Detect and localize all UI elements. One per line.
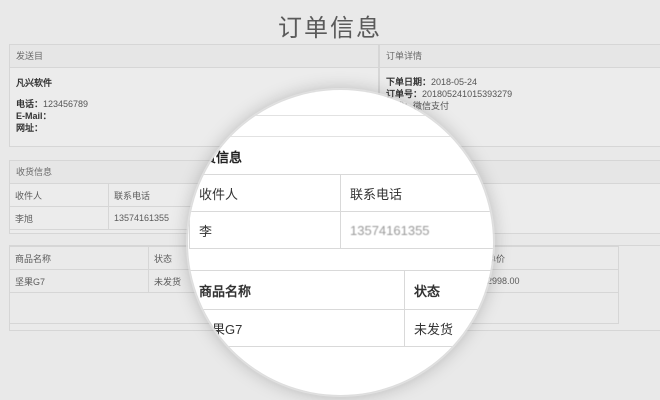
table-row: 坚果G7 未发货 bbox=[189, 309, 493, 347]
sender-company: 凡兴软件 bbox=[16, 78, 53, 88]
lens-receiver-title: 收货信息 bbox=[190, 150, 243, 165]
page-title: 订单信息 bbox=[278, 15, 382, 42]
lens-col-product: 商品名称 bbox=[189, 270, 405, 310]
receiver-col-name: 收件人 bbox=[9, 183, 109, 207]
order-payment-row: 方式：微信支付 bbox=[386, 101, 450, 111]
order-date-row: 下单日期：2018-05-24 bbox=[386, 77, 478, 87]
products-col-price: 单价 bbox=[481, 246, 619, 270]
lens-receiver-phone: 13574161355 bbox=[340, 211, 493, 249]
lens-products-table: 商品名称 状态 坚果G7 未发货 bbox=[189, 270, 493, 347]
lens-product-name: 坚果G7 bbox=[189, 309, 405, 347]
lens-product-status: 未发货 bbox=[404, 309, 493, 347]
order-number-row: 订单号：2018052410153932​79 bbox=[386, 89, 513, 99]
lens-col-receiver: 收件人 bbox=[189, 174, 341, 212]
receiver-name: 李旭 bbox=[9, 206, 109, 230]
table-row: 李 13574161355 bbox=[189, 211, 493, 249]
table-row: 收件人 联系电话 bbox=[189, 174, 493, 212]
lens-col-status: 状态 bbox=[404, 270, 493, 310]
product-price: 2998.00 bbox=[481, 269, 619, 293]
lens-receiver-table: 收件人 联系电话 李 13574161355 bbox=[189, 174, 493, 249]
order-details-header: 订单详情 bbox=[380, 45, 660, 68]
sender-header: 发送目 bbox=[10, 45, 378, 68]
magnifier-lens: 收货信息 收件人 联系电话 李 13574161355 商品名称 状态 坚果G7… bbox=[188, 90, 493, 395]
lens-col-phone: 联系电话 bbox=[340, 174, 493, 212]
product-name: 坚果G7 bbox=[9, 269, 149, 293]
table-row: 商品名称 状态 bbox=[189, 270, 493, 310]
lens-receiver-name: 李 bbox=[189, 211, 341, 249]
order-info-page: 订单信息 发送目 凡兴软件 电话：123456789 E-Mail： 网址： 订… bbox=[0, 0, 660, 400]
products-col-name: 商品名称 bbox=[9, 246, 149, 270]
